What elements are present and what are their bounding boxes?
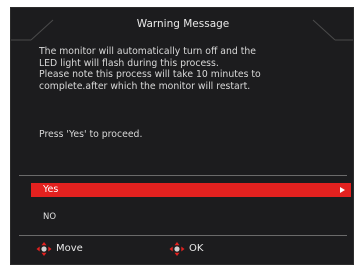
four-way-arrows-icon	[169, 242, 185, 256]
warning-message: The monitor will automatically turn off …	[39, 46, 339, 92]
no-option-label: NO	[43, 212, 57, 222]
dialog-title: Warning Message	[136, 18, 230, 30]
triangle-right-icon	[340, 186, 345, 193]
message-line: LED light will flash during this process…	[39, 57, 219, 69]
yes-option[interactable]: Yes	[31, 183, 351, 197]
move-label: Move	[56, 243, 83, 254]
message-line: Please note this process will take 10 mi…	[39, 69, 261, 80]
four-way-arrows-icon	[36, 242, 52, 256]
ok-label: OK	[189, 243, 204, 254]
warning-dialog: Warning Message The monitor will automat…	[10, 7, 354, 265]
proceed-prompt: Press 'Yes' to proceed.	[39, 129, 143, 140]
divider-top	[19, 175, 347, 176]
yes-option-label: Yes	[43, 184, 59, 195]
title-bar: Warning Message	[11, 8, 353, 42]
message-line: The monitor will automatically turn off …	[39, 46, 257, 57]
divider-bottom	[19, 235, 347, 236]
message-line: complete.after which the monitor will re…	[39, 80, 251, 92]
no-option[interactable]: NO	[31, 210, 351, 224]
